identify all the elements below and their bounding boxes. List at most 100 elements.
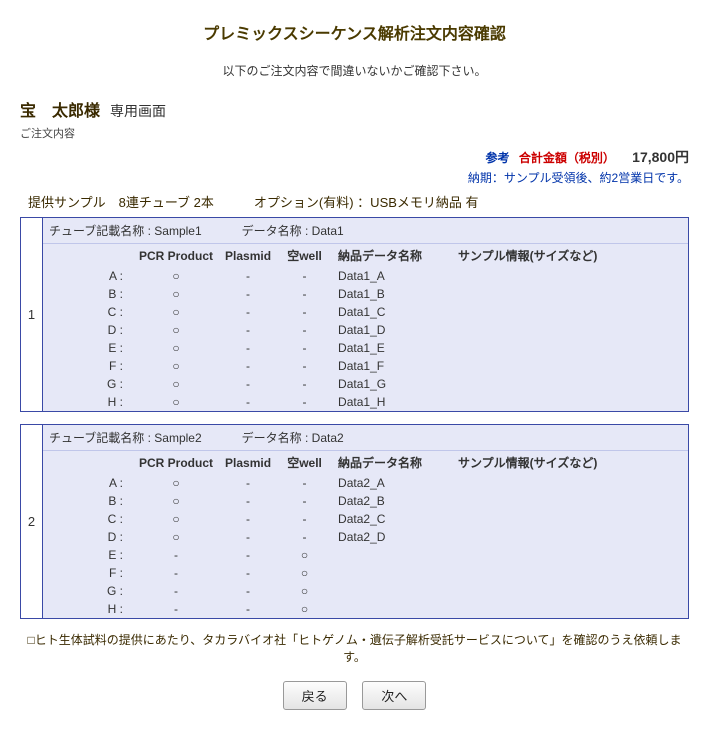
well-label: G : [43,582,133,600]
dataname-cell: Data1_H [332,393,452,411]
info-cell [452,375,688,393]
well-label: A : [43,474,133,492]
table-row: G :--○ [43,582,688,600]
samples-options-row: 提供サンプル 8連チューブ 2本 オプション(有料) ：USBメモリ納品 有 [28,192,689,211]
info-cell [452,393,688,411]
tube-body: チューブ記載名称 : Sample1データ名称 : Data1PCR Produ… [43,218,689,412]
back-button[interactable]: 戻る [283,681,347,710]
next-button[interactable]: 次へ [362,681,426,710]
option-text: オプション(有料) ：USBメモリ納品 有 [254,192,479,211]
col-info: サンプル情報(サイズなど) [452,244,688,267]
empty-cell: ○ [277,582,332,600]
info-cell [452,339,688,357]
info-cell [452,564,688,582]
info-cell [452,474,688,492]
reference-label: 参考 [485,151,509,165]
table-row: F :○--Data1_F [43,357,688,375]
empty-cell: ○ [277,564,332,582]
well-label: F : [43,357,133,375]
pcr-cell: ○ [133,267,219,285]
plasmid-cell: - [219,339,277,357]
info-cell [452,600,688,618]
plasmid-cell: - [219,600,277,618]
well-label: H : [43,393,133,411]
info-cell [452,303,688,321]
plasmid-cell: - [219,303,277,321]
user-screen-label: 専用画面 [110,101,166,121]
data-name-label: データ名称 : Data2 [242,429,344,446]
dataname-cell: Data1_D [332,321,452,339]
pcr-cell: - [133,564,219,582]
dataname-cell: Data2_A [332,474,452,492]
empty-cell: ○ [277,546,332,564]
plasmid-cell: - [219,510,277,528]
tube-body: チューブ記載名称 : Sample2データ名称 : Data2PCR Produ… [43,425,689,619]
order-content-label: ご注文内容 [20,125,689,141]
plasmid-cell: - [219,492,277,510]
well-table: PCR ProductPlasmid空well納品データ名称サンプル情報(サイズ… [43,451,688,618]
consent-footnote: □ヒト生体試料の提供にあたり、タカラバイオ社「ヒトゲノム・遺伝子解析受託サービス… [20,631,689,665]
well-label: C : [43,303,133,321]
pcr-cell: ○ [133,474,219,492]
table-row: A :○--Data2_A [43,474,688,492]
col-empty: 空well [277,244,332,267]
well-label: E : [43,546,133,564]
col-dataname: 納品データ名称 [332,244,452,267]
well-label: G : [43,375,133,393]
well-label: D : [43,528,133,546]
delivery-note: 納期：サンプル受領後、約2営業日です。 [20,169,689,186]
pcr-cell: ○ [133,492,219,510]
info-cell [452,357,688,375]
empty-cell: - [277,375,332,393]
pcr-cell: - [133,582,219,600]
col-empty: 空well [277,451,332,474]
empty-cell: - [277,528,332,546]
plasmid-cell: - [219,357,277,375]
empty-cell: - [277,321,332,339]
dataname-cell: Data1_E [332,339,452,357]
table-row: E :○--Data1_E [43,339,688,357]
table-row: C :○--Data2_C [43,510,688,528]
plasmid-cell: - [219,375,277,393]
empty-cell: - [277,267,332,285]
plasmid-cell: - [219,564,277,582]
dataname-cell: Data2_B [332,492,452,510]
dataname-cell [332,600,452,618]
page-title: プレミックスシーケンス解析注文内容確認 [20,20,689,44]
total-amount-label: 合計金額（税別） [519,151,615,165]
empty-cell: ○ [277,600,332,618]
tube-name-label: チューブ記載名称 : Sample1 [49,222,202,239]
info-cell [452,285,688,303]
info-cell [452,267,688,285]
dataname-cell: Data2_C [332,510,452,528]
empty-cell: - [277,510,332,528]
pcr-cell: ○ [133,285,219,303]
info-cell [452,582,688,600]
plasmid-cell: - [219,393,277,411]
tube-table: 2チューブ記載名称 : Sample2データ名称 : Data2PCR Prod… [20,424,689,619]
empty-cell: - [277,357,332,375]
dataname-cell: Data1_A [332,267,452,285]
dataname-cell [332,546,452,564]
pcr-cell: ○ [133,339,219,357]
pcr-cell: ○ [133,303,219,321]
dataname-cell: Data1_B [332,285,452,303]
col-pcr: PCR Product [133,244,219,267]
table-row: D :○--Data2_D [43,528,688,546]
lead-text: 以下のご注文内容で間違いないかご確認下さい。 [20,62,689,79]
pcr-cell: - [133,600,219,618]
user-name: 宝 太郎様 [20,97,100,121]
well-label: D : [43,321,133,339]
pcr-cell: ○ [133,510,219,528]
well-label: C : [43,510,133,528]
col-plasmid: Plasmid [219,451,277,474]
plasmid-cell: - [219,474,277,492]
well-table: PCR ProductPlasmid空well納品データ名称サンプル情報(サイズ… [43,244,688,411]
pcr-cell: ○ [133,321,219,339]
pcr-cell: - [133,546,219,564]
dataname-cell: Data2_D [332,528,452,546]
pcr-cell: ○ [133,528,219,546]
pcr-cell: ○ [133,393,219,411]
plasmid-cell: - [219,582,277,600]
dataname-cell [332,582,452,600]
